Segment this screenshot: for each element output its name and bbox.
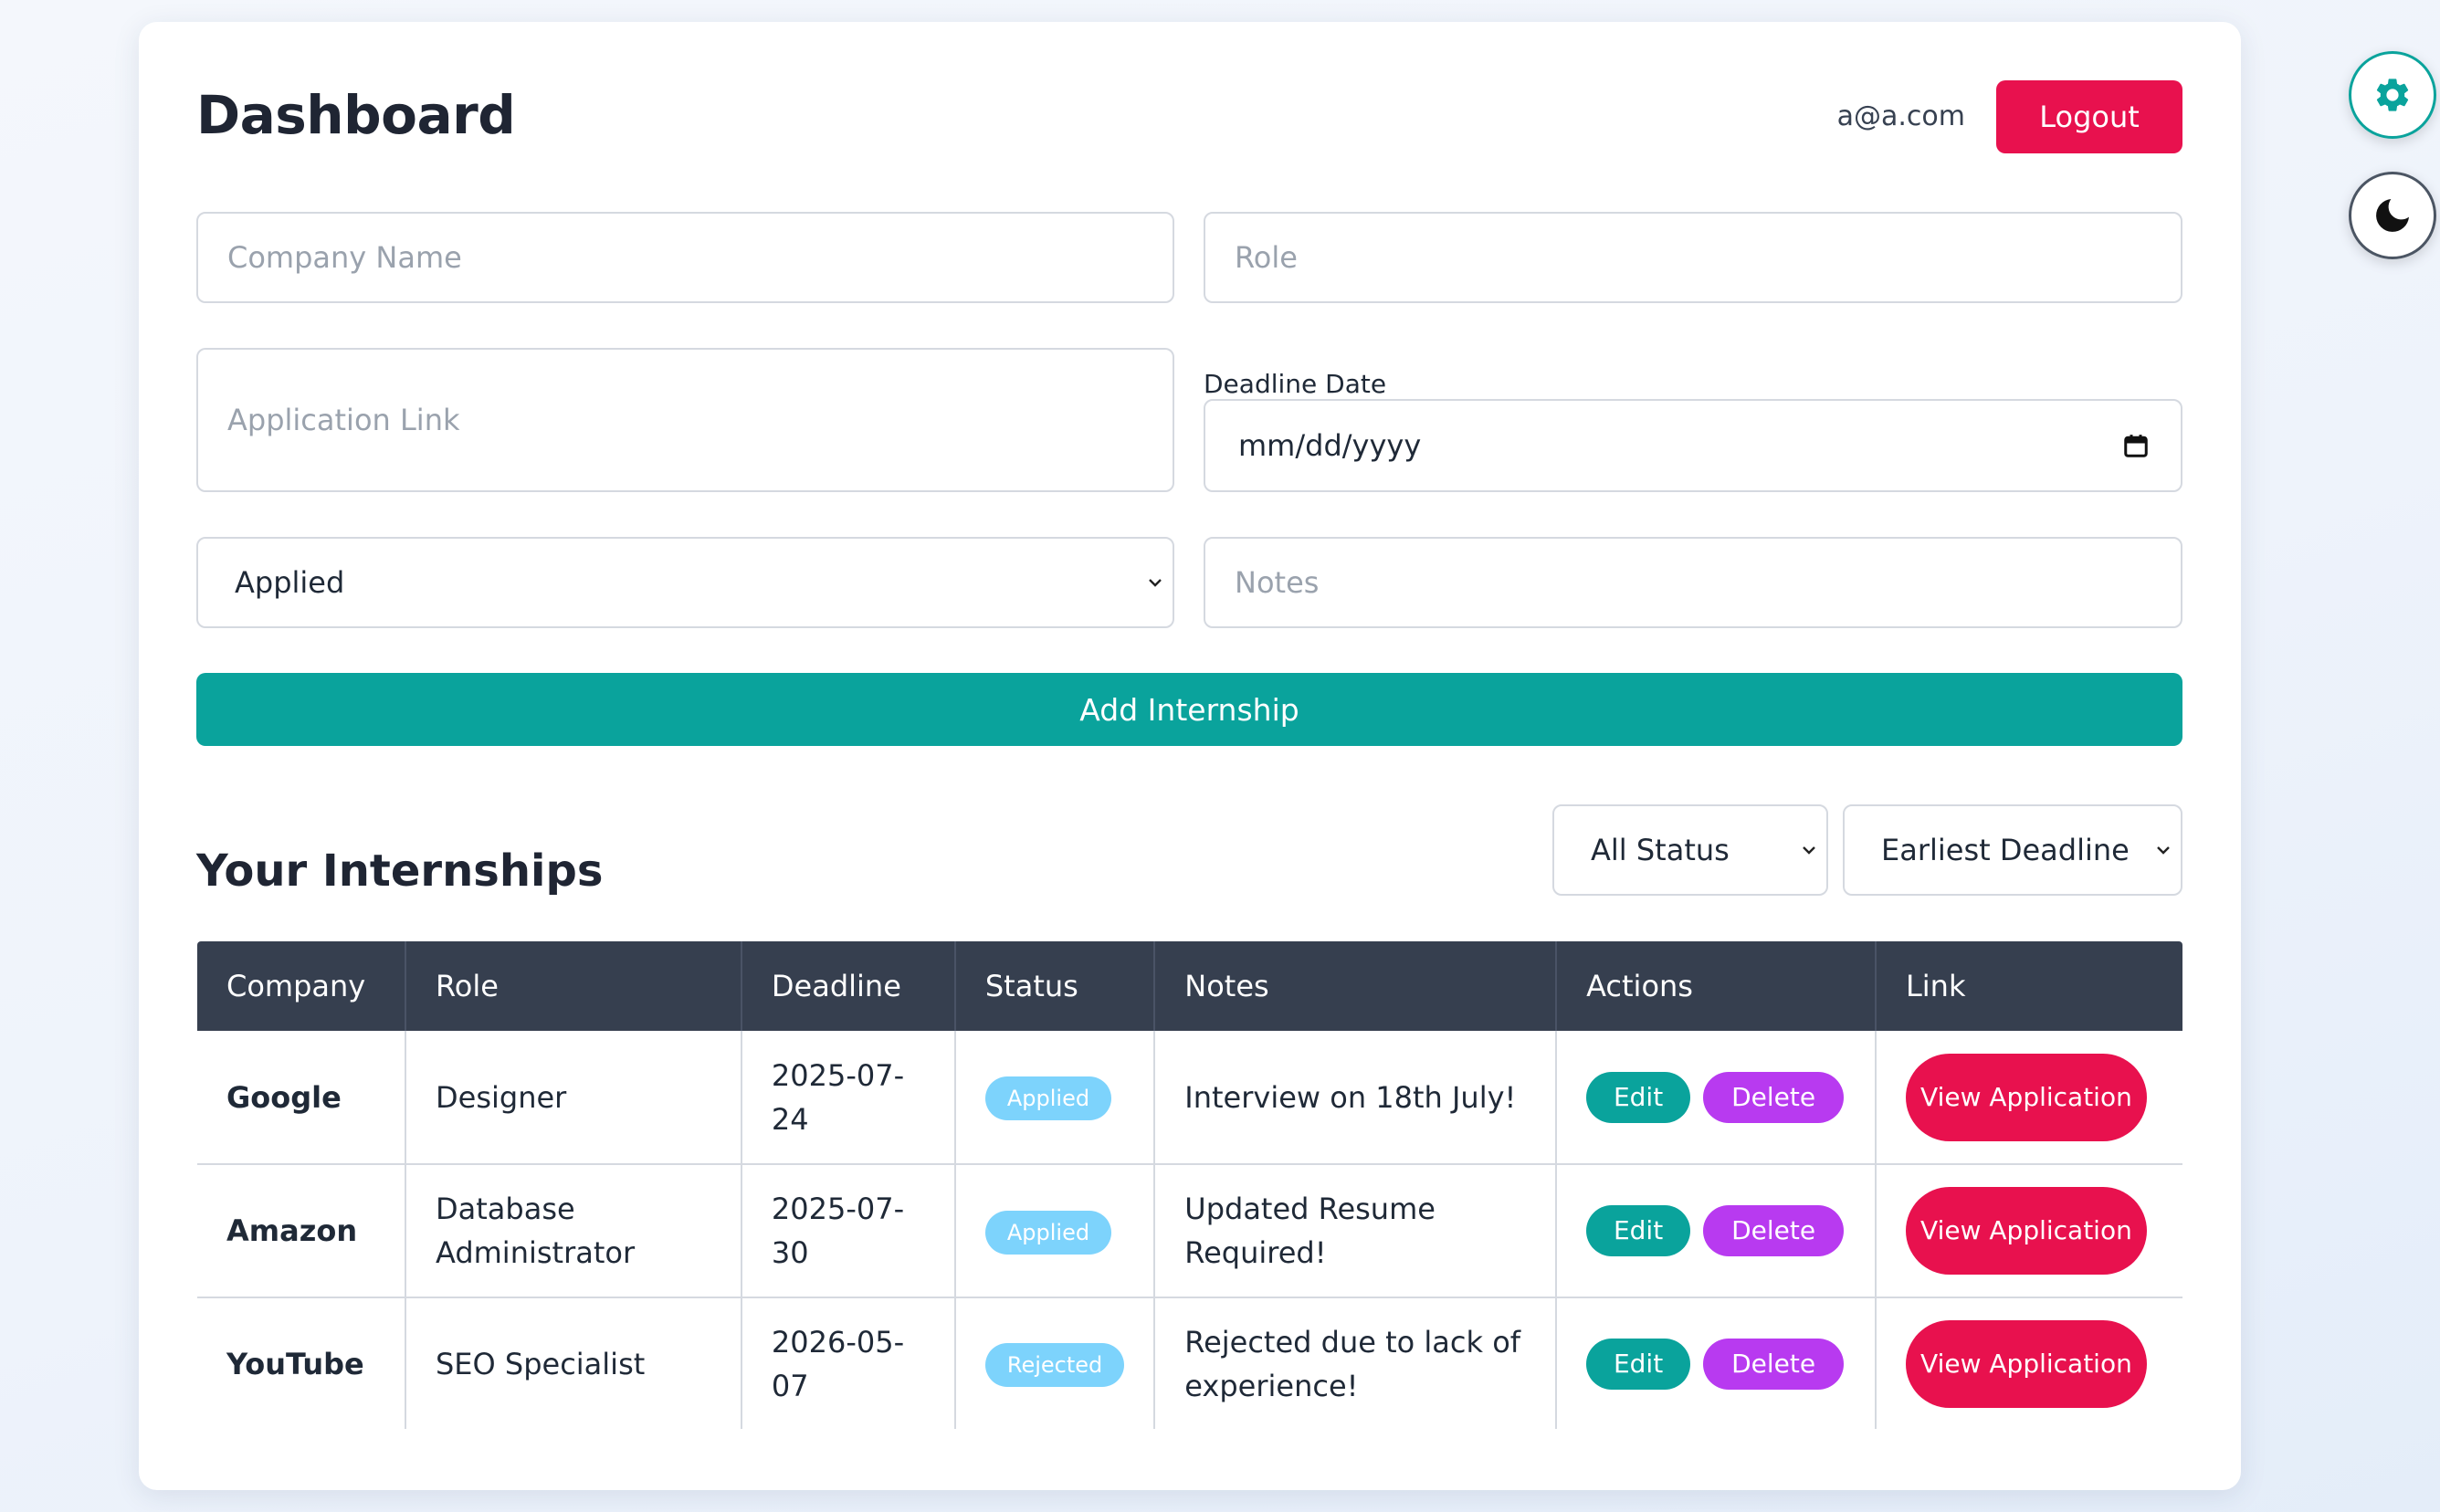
company-cell: Google — [197, 1031, 406, 1165]
status-filter-select[interactable]: All Status — [1552, 804, 1828, 896]
table-header-row: Company Role Deadline Status Notes Actio… — [197, 941, 2182, 1031]
delete-button[interactable]: Delete — [1703, 1205, 1845, 1256]
actions-cell: Edit Delete — [1556, 1031, 1877, 1165]
sort-select[interactable]: Earliest Deadline — [1843, 804, 2182, 896]
internships-table: Company Role Deadline Status Notes Actio… — [197, 941, 2182, 1429]
role-input[interactable]: Role — [1204, 212, 2182, 303]
status-badge: Applied — [984, 1210, 1112, 1255]
company-cell: Amazon — [197, 1164, 406, 1298]
company-name-placeholder: Company Name — [227, 240, 462, 275]
application-link-placeholder: Application Link — [227, 403, 460, 437]
column-header-deadline: Deadline — [741, 941, 956, 1031]
column-header-actions: Actions — [1556, 941, 1877, 1031]
notes-cell: Interview on 18th July! — [1154, 1031, 1558, 1165]
deadline-date-label: Deadline Date — [1204, 369, 1387, 399]
column-header-company: Company — [197, 941, 406, 1031]
deadline-text: 2025-07-24 — [771, 1057, 905, 1137]
table-row: Google Designer 2025-07-24 Applied Inter… — [197, 1031, 2182, 1165]
column-header-status: Status — [954, 941, 1156, 1031]
chevron-down-icon — [2157, 846, 2170, 855]
notes-cell: Updated Resume Required! — [1154, 1164, 1558, 1298]
deadline-text: 2026-05-07 — [771, 1324, 905, 1403]
notes-input[interactable]: Notes — [1204, 537, 2182, 628]
status-filter-value: All Status — [1591, 833, 1730, 867]
moon-icon — [2376, 199, 2409, 232]
company-cell: YouTube — [197, 1297, 406, 1429]
application-link-input[interactable]: Application Link — [196, 348, 1174, 492]
table-row: YouTube SEO Specialist 2026-05-07 Reject… — [197, 1297, 2182, 1429]
notes-cell: Rejected due to lack of experience! — [1154, 1297, 1558, 1429]
deadline-date-input[interactable]: mm/dd/yyyy — [1204, 399, 2182, 492]
edit-button[interactable]: Edit — [1586, 1071, 1691, 1123]
link-cell: View Application — [1876, 1297, 2182, 1429]
delete-button[interactable]: Delete — [1703, 1338, 1845, 1390]
role-cell: Designer — [405, 1031, 742, 1165]
chevron-down-icon — [1149, 579, 1162, 587]
actions-cell: Edit Delete — [1556, 1297, 1877, 1429]
deadline-text: 2025-07-30 — [771, 1192, 905, 1270]
status-badge: Applied — [984, 1076, 1112, 1120]
deadline-date-value: mm/dd/yyyy — [1238, 428, 1422, 463]
settings-button[interactable] — [2349, 51, 2436, 139]
sort-value: Earliest Deadline — [1881, 833, 2130, 867]
column-header-notes: Notes — [1154, 941, 1558, 1031]
status-select-value: Applied — [235, 565, 345, 600]
status-cell: Rejected — [954, 1297, 1156, 1429]
link-cell: View Application — [1875, 1031, 2182, 1165]
calendar-icon[interactable] — [2122, 432, 2150, 459]
gear-icon — [2376, 79, 2409, 111]
role-cell: SEO Specialist — [405, 1297, 742, 1429]
column-header-link: Link — [1875, 941, 2182, 1031]
table-row: Amazon Database Administrator 2025-07-30… — [197, 1164, 2182, 1298]
theme-toggle-button[interactable] — [2349, 172, 2436, 259]
view-application-button[interactable]: View Application — [1905, 1187, 2147, 1275]
logout-button[interactable]: Logout — [1996, 80, 2182, 153]
status-cell: Applied — [954, 1031, 1156, 1165]
deadline-cell: 2025-07-30 — [741, 1164, 956, 1298]
status-select[interactable]: Applied — [196, 537, 1174, 628]
status-badge: Rejected — [984, 1343, 1125, 1387]
actions-cell: Edit Delete — [1556, 1164, 1877, 1298]
view-application-button[interactable]: View Application — [1905, 1053, 2147, 1141]
edit-button[interactable]: Edit — [1586, 1205, 1691, 1256]
role-cell: Database Administrator — [405, 1164, 742, 1298]
page-title: Dashboard — [196, 84, 516, 146]
edit-button[interactable]: Edit — [1586, 1338, 1691, 1390]
chevron-down-icon — [1803, 846, 1815, 855]
dashboard-card: Dashboard a@a.com Logout Company Name Ro… — [139, 22, 2241, 1490]
user-email: a@a.com — [1836, 100, 1965, 132]
column-header-role: Role — [405, 941, 742, 1031]
internships-title: Your Internships — [196, 845, 604, 897]
view-application-button[interactable]: View Application — [1905, 1319, 2147, 1408]
deadline-cell: 2026-05-07 — [741, 1297, 956, 1429]
status-cell: Applied — [954, 1164, 1156, 1298]
notes-placeholder: Notes — [1235, 565, 1320, 600]
delete-button[interactable]: Delete — [1703, 1071, 1845, 1123]
add-internship-button[interactable]: Add Internship — [196, 673, 2182, 746]
role-placeholder: Role — [1235, 240, 1298, 275]
link-cell: View Application — [1875, 1164, 2182, 1298]
deadline-cell: 2025-07-24 — [741, 1031, 956, 1165]
company-name-input[interactable]: Company Name — [196, 212, 1174, 303]
